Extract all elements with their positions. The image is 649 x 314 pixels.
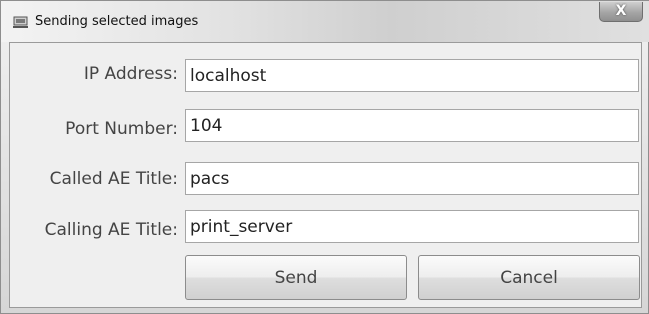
- window-title: Sending selected images: [35, 14, 199, 29]
- port-number-field[interactable]: [185, 109, 639, 142]
- dialog-window: Sending selected images X IP Address: Po…: [0, 0, 649, 314]
- window-icon: [13, 16, 28, 28]
- calling-ae-title-label: Calling AE Title:: [44, 220, 178, 240]
- called-ae-title-field[interactable]: [185, 162, 639, 195]
- send-button[interactable]: Send: [185, 255, 407, 300]
- port-number-label: Port Number:: [65, 119, 178, 139]
- dialog-content: IP Address: Port Number: Called AE Title…: [9, 42, 642, 308]
- ip-address-label: IP Address:: [83, 64, 178, 84]
- title-bar[interactable]: Sending selected images X: [1, 1, 649, 42]
- called-ae-title-label: Called AE Title:: [49, 169, 178, 189]
- ip-address-field[interactable]: [185, 59, 639, 92]
- cancel-button[interactable]: Cancel: [418, 255, 640, 300]
- calling-ae-title-field[interactable]: [185, 210, 639, 243]
- close-button[interactable]: X: [599, 2, 643, 22]
